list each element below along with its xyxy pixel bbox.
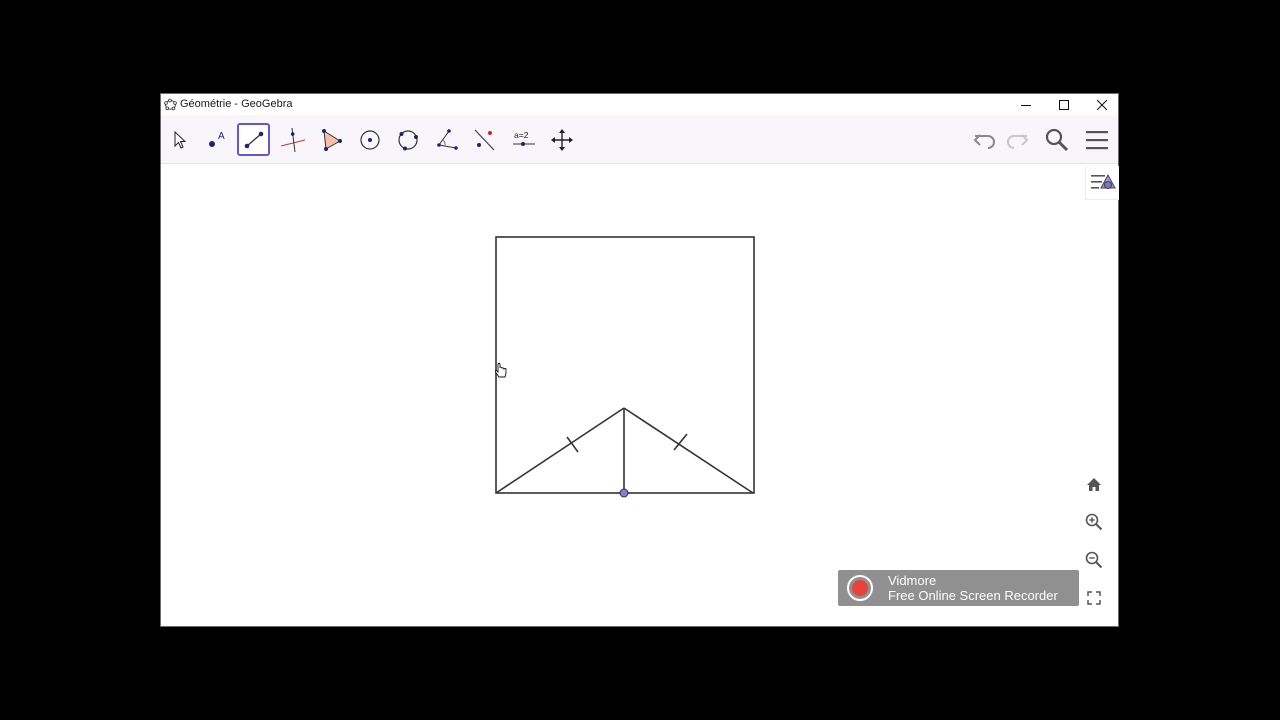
- maximize-button[interactable]: [1045, 94, 1083, 115]
- style-bar-icon: [1090, 173, 1116, 189]
- menu-button[interactable]: [1080, 123, 1113, 156]
- home-icon: [1087, 478, 1101, 491]
- midpoint-point[interactable]: [619, 488, 629, 498]
- geogebra-window: Géométrie - GeoGebra A a=2 Vidmore Free …: [161, 94, 1119, 626]
- square-polygon[interactable]: [495, 236, 755, 494]
- close-icon: [1097, 99, 1107, 110]
- undo-button[interactable]: [968, 123, 1001, 156]
- fullscreen-button[interactable]: [1080, 584, 1108, 612]
- record-icon[interactable]: [852, 580, 868, 596]
- zoom-out-button[interactable]: [1080, 546, 1108, 574]
- hand-cursor-icon: [494, 362, 507, 378]
- circle-three-points-icon: [397, 129, 418, 150]
- menu-icon: [1085, 130, 1108, 149]
- minimize-icon: [1021, 104, 1031, 106]
- title-bar: Géométrie - GeoGebra: [161, 94, 1118, 115]
- tool-reflect[interactable]: [468, 123, 501, 156]
- recorder-tagline: Free Online Screen Recorder: [888, 588, 1058, 603]
- screen-recorder-overlay[interactable]: Vidmore Free Online Screen Recorder: [838, 570, 1079, 606]
- cursor-arrow-icon: [174, 130, 186, 149]
- slider-icon: a=2: [512, 130, 535, 146]
- zoom-in-icon: [1085, 513, 1103, 531]
- tool-angle[interactable]: [430, 123, 463, 156]
- maximize-icon: [1059, 99, 1069, 110]
- fullscreen-icon: [1087, 591, 1101, 605]
- graphics-view[interactable]: [161, 164, 1118, 626]
- svg-text:A: A: [218, 131, 225, 142]
- tool-move[interactable]: [163, 123, 196, 156]
- tool-move-graphics[interactable]: [545, 123, 578, 156]
- close-button[interactable]: [1083, 94, 1121, 115]
- tool-circle-center-point[interactable]: [353, 123, 386, 156]
- zoom-out-icon: [1085, 551, 1103, 569]
- undo-icon: [973, 133, 995, 149]
- tool-segment[interactable]: [237, 123, 270, 156]
- minimize-button[interactable]: [1007, 94, 1045, 115]
- point-icon: A: [208, 131, 225, 147]
- search-icon: [1045, 128, 1068, 151]
- redo-icon: [1006, 133, 1028, 149]
- polygon-icon: [321, 128, 342, 151]
- tool-circle-three-points[interactable]: [391, 123, 424, 156]
- tool-perpendicular-line[interactable]: [276, 123, 309, 156]
- toolbar: A a=2: [161, 115, 1118, 164]
- circle-center-icon: [359, 129, 380, 150]
- move-graphics-icon: [550, 128, 573, 151]
- reflect-icon: [474, 129, 494, 150]
- perpendicular-line-icon: [280, 127, 305, 152]
- home-button[interactable]: [1080, 471, 1108, 499]
- tool-point[interactable]: A: [199, 123, 232, 156]
- angle-icon: [436, 128, 458, 150]
- redo-button[interactable]: [1000, 123, 1033, 156]
- geogebra-logo-icon: [164, 98, 177, 111]
- window-title: Géométrie - GeoGebra: [180, 98, 293, 110]
- segment-right[interactable]: [623, 407, 754, 494]
- recorder-brand: Vidmore: [888, 573, 937, 588]
- segment-icon: [244, 131, 263, 148]
- style-bar-toggle[interactable]: [1085, 166, 1119, 200]
- slider-label: a=2: [514, 130, 529, 140]
- search-button[interactable]: [1040, 123, 1073, 156]
- tool-slider[interactable]: a=2: [507, 123, 540, 156]
- tool-polygon[interactable]: [314, 123, 347, 156]
- segment-left[interactable]: [495, 407, 625, 494]
- zoom-in-button[interactable]: [1080, 508, 1108, 536]
